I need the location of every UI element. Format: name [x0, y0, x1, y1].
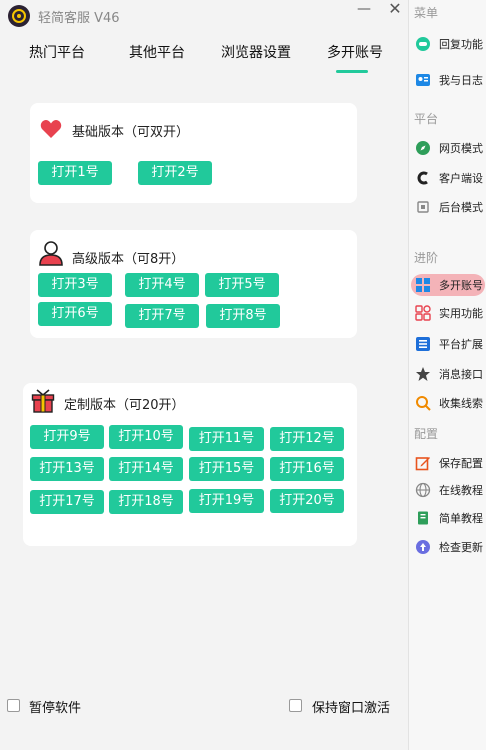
open-17-button[interactable]: 打开17号: [30, 490, 104, 514]
pause-software-label: 暂停软件: [29, 701, 82, 716]
open-7-button[interactable]: 打开7号: [125, 304, 199, 328]
pause-software-checkbox[interactable]: [7, 699, 20, 712]
card-custom-title: 定制版本（可20开）: [64, 398, 185, 413]
sidebar-item-label: 客户端设: [439, 172, 483, 185]
sidebar-item-platform-ext[interactable]: 平台扩展: [411, 333, 485, 355]
sidebar-item-check-update[interactable]: 检查更新: [411, 536, 485, 558]
card-advanced-title: 高级版本（可8开）: [72, 252, 185, 267]
user-icon: [38, 240, 64, 270]
active-tab-indicator: [336, 70, 368, 73]
sidebar-section-advanced: 进阶: [414, 251, 439, 265]
open-11-button[interactable]: 打开11号: [189, 427, 264, 451]
sidebar-item-multi-account[interactable]: 多开账号: [411, 274, 485, 296]
open-19-button[interactable]: 打开19号: [189, 489, 264, 513]
globe-icon: [415, 482, 431, 498]
sidebar-item-label: 简单教程: [439, 512, 483, 525]
sidebar-item-reply[interactable]: 回复功能: [411, 33, 485, 55]
edit-icon: [415, 455, 431, 471]
sidebar-item-web-mode[interactable]: 网页模式: [411, 137, 485, 159]
sidebar-item-label: 收集线索: [439, 397, 483, 410]
card-basic: 基础版本（可双开） 打开1号 打开2号: [30, 103, 357, 203]
gift-box-icon: [31, 389, 55, 417]
sidebar-section-config: 配置: [414, 427, 439, 441]
open-20-button[interactable]: 打开20号: [270, 489, 344, 513]
open-10-button[interactable]: 打开10号: [109, 425, 183, 449]
sidebar-item-online-tutorial[interactable]: 在线教程: [411, 479, 485, 501]
tools-icon: [415, 305, 431, 321]
open-3-button[interactable]: 打开3号: [38, 273, 112, 297]
open-9-button[interactable]: 打开9号: [30, 425, 104, 449]
tab-browser-settings[interactable]: 浏览器设置: [221, 42, 291, 62]
sidebar-item-client[interactable]: 客户端设: [411, 167, 485, 189]
star-icon: [415, 366, 431, 382]
reply-icon: [415, 36, 431, 52]
open-4-button[interactable]: 打开4号: [125, 273, 199, 297]
open-5-button[interactable]: 打开5号: [205, 273, 279, 297]
id-card-icon: [415, 72, 431, 88]
sidebar-item-utilities[interactable]: 实用功能: [411, 302, 485, 324]
sidebar-section-platform: 平台: [414, 112, 439, 126]
close-button[interactable]: ✕: [385, 0, 405, 20]
grid-icon: [415, 277, 431, 293]
sidebar-item-label: 我与日志: [439, 74, 483, 87]
sidebar: 菜单 回复功能 我与日志 平台 网页模式 客户端设 后台模式 进阶 多开账号 实…: [408, 0, 486, 750]
heart-icon: [40, 119, 62, 143]
compass-icon: [415, 140, 431, 156]
open-8-button[interactable]: 打开8号: [206, 304, 280, 328]
sidebar-item-logs[interactable]: 我与日志: [411, 69, 485, 91]
book-icon: [415, 510, 431, 526]
background-icon: [415, 199, 431, 215]
c-logo-icon: [415, 170, 431, 186]
sidebar-item-label: 检查更新: [439, 541, 483, 554]
open-18-button[interactable]: 打开18号: [109, 490, 183, 514]
sidebar-item-label: 消息接口: [439, 368, 483, 381]
sidebar-item-message-api[interactable]: 消息接口: [411, 363, 485, 385]
tab-multi-account[interactable]: 多开账号: [327, 42, 383, 62]
title-bar: 轻简客服 V46 — ✕: [0, 0, 408, 32]
open-13-button[interactable]: 打开13号: [30, 457, 104, 481]
card-custom: 定制版本（可20开） 打开9号 打开10号 打开11号 打开12号 打开13号 …: [23, 383, 357, 546]
open-15-button[interactable]: 打开15号: [189, 457, 264, 481]
sidebar-item-background-mode[interactable]: 后台模式: [411, 196, 485, 218]
sidebar-item-label: 回复功能: [439, 38, 483, 51]
sidebar-item-label: 在线教程: [439, 484, 483, 497]
sidebar-item-collect-leads[interactable]: 收集线索: [411, 392, 485, 414]
app-logo-icon: [8, 5, 30, 27]
keep-window-active-checkbox[interactable]: [289, 699, 302, 712]
open-12-button[interactable]: 打开12号: [270, 427, 344, 451]
sidebar-item-label: 网页模式: [439, 142, 483, 155]
sidebar-item-simple-tutorial[interactable]: 简单教程: [411, 507, 485, 529]
list-icon: [415, 336, 431, 352]
app-title: 轻简客服 V46: [38, 11, 120, 26]
sidebar-section-menu: 菜单: [414, 6, 439, 20]
update-icon: [415, 539, 431, 555]
keep-window-active-label: 保持窗口激活: [312, 701, 391, 716]
tab-hot-platforms[interactable]: 热门平台: [29, 42, 85, 62]
sidebar-item-label: 实用功能: [439, 307, 483, 320]
open-6-button[interactable]: 打开6号: [38, 302, 112, 326]
sidebar-item-save-config[interactable]: 保存配置: [411, 452, 485, 474]
search-icon: [415, 395, 431, 411]
sidebar-item-label: 平台扩展: [439, 338, 483, 351]
open-1-button[interactable]: 打开1号: [38, 161, 112, 185]
open-2-button[interactable]: 打开2号: [138, 161, 212, 185]
card-advanced: 高级版本（可8开） 打开3号 打开4号 打开5号 打开6号 打开7号 打开8号: [30, 230, 357, 338]
tab-other-platforms[interactable]: 其他平台: [129, 42, 185, 62]
sidebar-item-label: 保存配置: [439, 457, 483, 470]
open-16-button[interactable]: 打开16号: [270, 457, 344, 481]
tab-bar: 热门平台 其他平台 浏览器设置 多开账号: [0, 42, 408, 74]
sidebar-item-label: 多开账号: [439, 279, 483, 292]
minimize-button[interactable]: —: [354, 0, 374, 20]
open-14-button[interactable]: 打开14号: [109, 457, 183, 481]
card-basic-title: 基础版本（可双开）: [72, 125, 190, 140]
sidebar-item-label: 后台模式: [439, 201, 483, 214]
